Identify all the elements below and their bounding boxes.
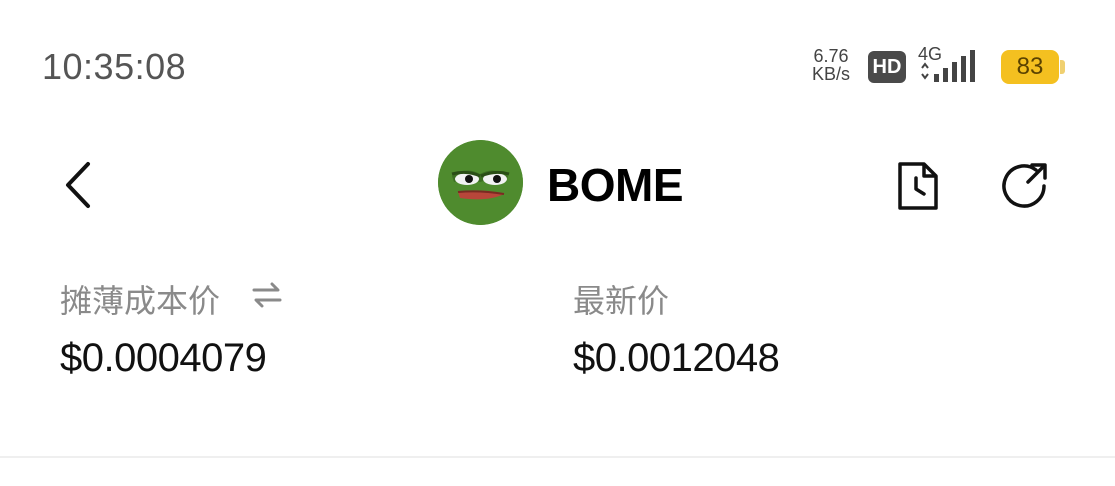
- diluted-cost-label: 摊薄成本价: [60, 283, 221, 319]
- coin-logo: [438, 140, 523, 225]
- hd-badge: HD: [868, 51, 906, 83]
- status-time: 10:35:08: [42, 46, 187, 87]
- latest-price-value: $0.0012048: [573, 336, 780, 380]
- network-speed-unit: KB/s: [811, 64, 850, 84]
- swap-arrows-icon[interactable]: [250, 280, 284, 310]
- network-speed-value: 6.76: [813, 46, 849, 66]
- chevron-left-icon: [66, 162, 90, 208]
- share-button[interactable]: [996, 158, 1054, 214]
- battery-indicator: 83: [1001, 50, 1059, 84]
- document-clock-icon: [898, 162, 938, 210]
- history-button[interactable]: [890, 158, 946, 214]
- cellular-signal-icon: 4G: [918, 44, 986, 86]
- battery-cap: [1060, 60, 1065, 74]
- pepe-frog-icon: [438, 140, 523, 225]
- share-arrow-icon: [1002, 163, 1047, 208]
- diluted-cost-value: $0.0004079: [60, 336, 267, 380]
- section-divider: [0, 456, 1115, 458]
- back-button[interactable]: [58, 158, 102, 212]
- coin-name: BOME: [547, 159, 684, 211]
- latest-price-label: 最新价: [573, 283, 670, 319]
- network-speed-indicator: 6.76 KB/s: [807, 47, 855, 83]
